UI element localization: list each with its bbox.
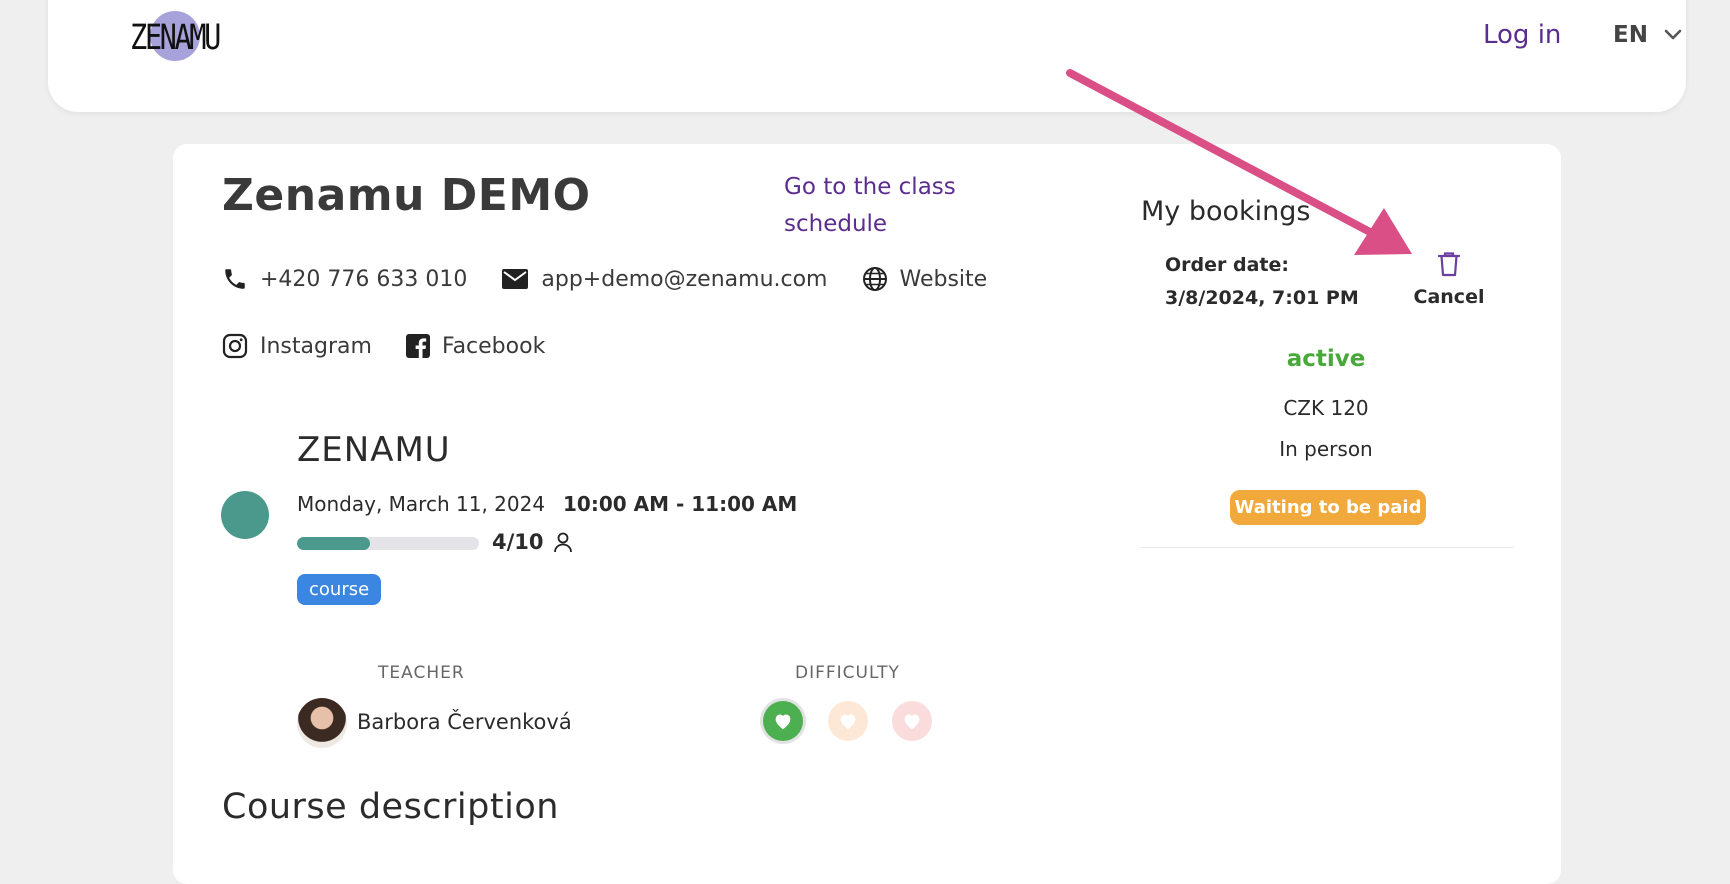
phone-number: +420 776 633 010 bbox=[260, 266, 468, 292]
class-time: 10:00 AM - 11:00 AM bbox=[563, 492, 798, 516]
contact-row: +420 776 633 010 app+demo@zenamu.com Web… bbox=[222, 266, 1021, 292]
booking-status: active bbox=[1286, 346, 1366, 372]
facebook-icon bbox=[405, 334, 430, 358]
instagram-link: Instagram bbox=[260, 333, 372, 359]
difficulty-level-3 bbox=[892, 701, 932, 741]
capacity-count: 4/10 bbox=[492, 530, 544, 554]
capacity-indicator: 4/10 bbox=[492, 530, 574, 554]
course-description-heading: Course description bbox=[222, 787, 559, 827]
payment-status-badge: Waiting to be paid bbox=[1230, 490, 1426, 525]
email-address: app+demo@zenamu.com bbox=[541, 266, 828, 292]
chevron-down-icon bbox=[1664, 29, 1682, 40]
teacher-name[interactable]: Barbora Červenková bbox=[357, 710, 572, 734]
email-contact[interactable]: app+demo@zenamu.com bbox=[501, 266, 828, 292]
instagram-contact[interactable]: Instagram bbox=[222, 333, 372, 359]
trash-icon bbox=[1437, 252, 1461, 277]
class-date: Monday, March 11, 2024 bbox=[297, 492, 546, 516]
studio-card: Zenamu DEMO Go to the class schedule +42… bbox=[173, 144, 1561, 884]
website-contact[interactable]: Website bbox=[862, 266, 988, 292]
capacity-progress-bar bbox=[297, 537, 479, 550]
top-navigation-bar: ZENAMU Log in EN bbox=[48, 0, 1686, 112]
order-date-value: 3/8/2024, 7:01 PM bbox=[1165, 287, 1359, 309]
person-icon bbox=[553, 532, 572, 553]
phone-contact[interactable]: +420 776 633 010 bbox=[222, 266, 467, 292]
heart-icon bbox=[904, 714, 920, 730]
difficulty-level-1 bbox=[763, 701, 803, 741]
bookings-divider bbox=[1141, 547, 1514, 548]
booking-price: CZK 120 bbox=[1283, 396, 1369, 420]
language-code: EN bbox=[1613, 22, 1648, 48]
facebook-link: Facebook bbox=[441, 333, 546, 359]
teacher-label: TEACHER bbox=[378, 663, 465, 683]
globe-icon bbox=[862, 267, 887, 291]
heart-icon bbox=[775, 714, 791, 730]
cancel-label: Cancel bbox=[1413, 286, 1485, 308]
booking-mode: In person bbox=[1279, 437, 1373, 461]
zenamu-logo[interactable]: ZENAMU bbox=[130, 10, 226, 64]
class-type-tag: course bbox=[297, 574, 382, 605]
class-name: ZENAMU bbox=[297, 430, 451, 470]
studio-title: Zenamu DEMO bbox=[222, 170, 591, 221]
teacher-avatar[interactable] bbox=[297, 698, 347, 748]
difficulty-level-2 bbox=[828, 701, 868, 741]
logo-text: ZENAMU bbox=[130, 18, 221, 58]
my-bookings-title: My bookings bbox=[1141, 196, 1311, 227]
language-selector[interactable]: EN bbox=[1613, 22, 1682, 48]
phone-icon bbox=[225, 269, 245, 289]
class-schedule-link[interactable]: Go to the class schedule bbox=[784, 169, 1004, 243]
social-row: Instagram Facebook bbox=[222, 333, 579, 359]
class-color-dot bbox=[221, 491, 269, 539]
login-link[interactable]: Log in bbox=[1483, 20, 1561, 50]
order-date-label: Order date: bbox=[1165, 254, 1289, 276]
difficulty-label: DIFFICULTY bbox=[795, 663, 900, 683]
website-link: Website bbox=[899, 266, 988, 292]
capacity-progress-fill bbox=[297, 537, 370, 550]
cancel-booking-button[interactable]: Cancel bbox=[1409, 250, 1489, 308]
instagram-icon bbox=[222, 333, 248, 359]
heart-icon bbox=[840, 714, 856, 730]
email-icon bbox=[502, 269, 529, 289]
facebook-contact[interactable]: Facebook bbox=[405, 333, 546, 359]
